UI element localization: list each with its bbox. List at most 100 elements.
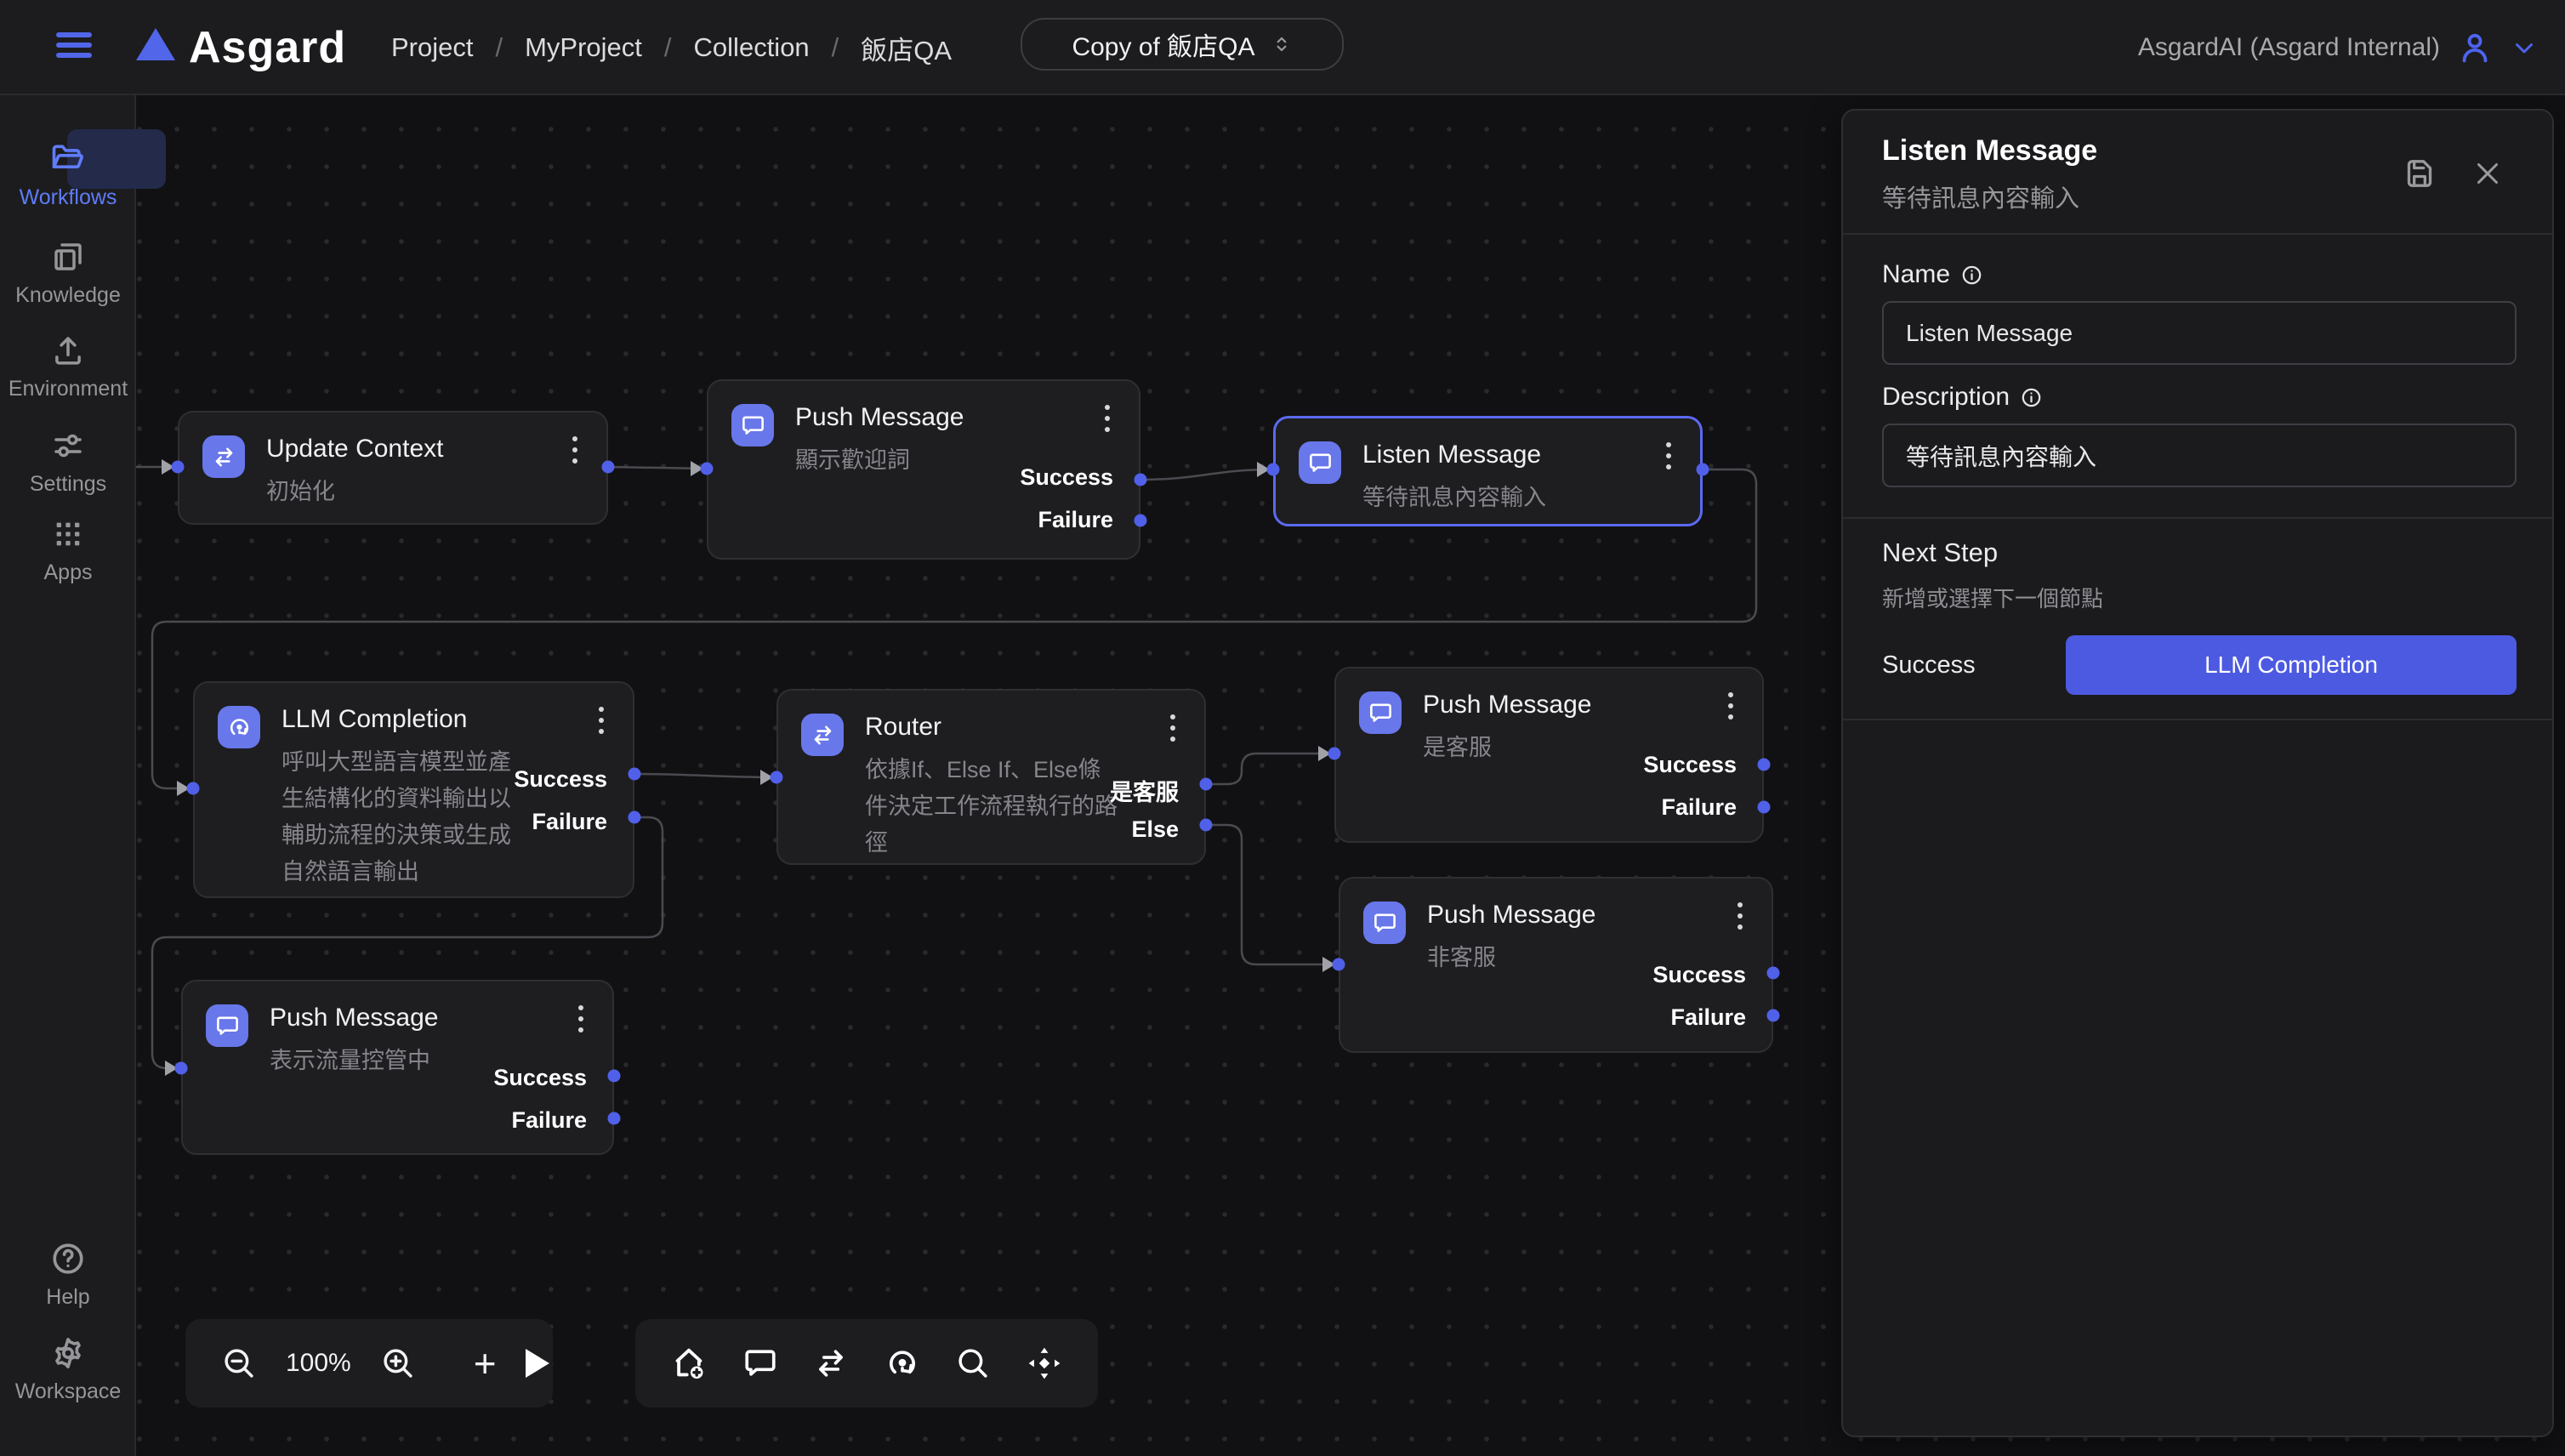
sidebar-item-apps[interactable]: Apps <box>0 515 136 585</box>
node-listen-message[interactable]: Listen Message 等待訊息內容輸入 <box>1273 416 1703 526</box>
node-subtitle: 是客服 <box>1423 730 1492 766</box>
sidebar: Workflows Knowledge Environment Settings… <box>0 95 136 1456</box>
chat-bubble-icon <box>1359 691 1402 734</box>
node-subtitle: 初始化 <box>266 474 335 510</box>
breadcrumb-myproject[interactable]: MyProject <box>525 32 642 63</box>
node-subtitle: 顯示歡迎詞 <box>795 442 910 479</box>
info-icon[interactable] <box>2020 386 2043 409</box>
sidebar-item-workflows[interactable]: Workflows <box>0 139 136 210</box>
node-push-message-welcome[interactable]: Push Message 顯示歡迎詞 Success Failure <box>707 379 1140 560</box>
output-port-label[interactable]: Failure <box>1661 794 1737 821</box>
description-input[interactable]: 等待訊息內容輸入 <box>1882 424 2517 487</box>
node-llm-completion[interactable]: LLM Completion 呼叫大型語言模型並產 生結構化的資料輸出以 輔助流… <box>193 681 634 898</box>
asgard-workflow-editor: Asgard Project / MyProject / Collection … <box>0 0 2565 1456</box>
output-port-label[interactable]: 是客服 <box>1110 774 1179 807</box>
node-push-message-not-agent[interactable]: Push Message 非客服 Success Failure <box>1339 877 1773 1053</box>
apps-grid-icon <box>48 515 88 554</box>
node-title: Update Context <box>266 435 443 464</box>
save-icon[interactable] <box>2401 155 2438 192</box>
user-icon[interactable] <box>2455 28 2494 67</box>
asgard-logo-icon <box>136 28 175 60</box>
chevron-up-down-icon <box>1271 33 1293 55</box>
panel-divider <box>1843 233 2552 235</box>
llm-icon[interactable] <box>883 1344 922 1383</box>
node-subtitle: 等待訊息內容輸入 <box>1362 480 1546 516</box>
output-port-label[interactable]: Success <box>1643 752 1737 778</box>
chat-bubble-icon <box>1363 901 1406 944</box>
help-circle-icon <box>48 1239 88 1278</box>
output-port-label[interactable]: Success <box>1020 464 1113 491</box>
move-icon[interactable] <box>1025 1344 1064 1383</box>
output-port-label[interactable]: Failure <box>532 809 607 835</box>
chat-bubble-icon[interactable] <box>741 1344 780 1383</box>
swap-arrows-icon <box>801 714 844 756</box>
node-palette-toolbar <box>635 1319 1098 1408</box>
output-port-label[interactable]: Failure <box>511 1107 587 1134</box>
node-title: Push Message <box>1423 691 1591 719</box>
zoom-in-icon[interactable] <box>380 1344 416 1383</box>
breadcrumb-current[interactable]: 飯店QA <box>861 29 952 67</box>
output-port-label[interactable]: Success <box>493 1065 587 1091</box>
node-title: Router <box>865 713 941 742</box>
sidebar-item-label: Workflows <box>20 185 117 210</box>
chevron-down-icon[interactable] <box>2510 33 2539 62</box>
node-update-context[interactable]: Update Context 初始化 <box>178 411 608 525</box>
topbar-account: AsgardAI (Asgard Internal) <box>2138 0 2539 95</box>
output-port-label[interactable]: Failure <box>1670 1004 1746 1031</box>
workflow-selector-dropdown[interactable]: Copy of 飯店QA <box>1021 18 1344 71</box>
panel-divider <box>1843 517 2552 519</box>
info-icon[interactable] <box>1960 264 1983 287</box>
output-port-label[interactable]: Else <box>1131 816 1179 843</box>
sidebar-item-knowledge[interactable]: Knowledge <box>0 237 136 308</box>
node-router[interactable]: Router 依據If、Else If、Else條 件決定工作流程執行的路 徑 … <box>776 689 1206 865</box>
output-port-label[interactable]: Success <box>1652 962 1746 988</box>
kebab-menu-icon[interactable] <box>562 433 588 467</box>
name-input[interactable]: Listen Message <box>1882 301 2517 365</box>
node-subtitle: 非客服 <box>1427 940 1496 976</box>
llm-icon <box>218 706 260 748</box>
sidebar-item-label: Workspace <box>15 1379 122 1404</box>
next-step-success-button[interactable]: LLM Completion <box>2066 635 2517 695</box>
topbar: Asgard Project / MyProject / Collection … <box>0 0 2565 95</box>
breadcrumb-separator: / <box>664 32 672 63</box>
node-push-message-rate-limit[interactable]: Push Message 表示流量控管中 Success Failure <box>181 980 614 1155</box>
swap-arrows-icon <box>202 435 245 478</box>
kebab-menu-icon[interactable] <box>1095 401 1120 435</box>
sidebar-item-help[interactable]: Help <box>0 1239 136 1310</box>
chat-bubble-icon <box>206 1004 248 1047</box>
run-workflow-icon[interactable] <box>526 1344 549 1383</box>
search-icon[interactable] <box>953 1344 992 1383</box>
kebab-menu-icon[interactable] <box>1160 711 1186 745</box>
sidebar-item-environment[interactable]: Environment <box>0 331 136 401</box>
sliders-icon <box>48 426 88 465</box>
kebab-menu-icon[interactable] <box>1718 689 1743 723</box>
book-icon <box>48 237 88 276</box>
output-port-label[interactable]: Success <box>514 766 607 793</box>
kebab-menu-icon[interactable] <box>1656 439 1681 473</box>
sidebar-item-workspace[interactable]: Workspace <box>0 1334 136 1404</box>
swap-arrows-icon[interactable] <box>811 1344 850 1383</box>
add-node-icon[interactable]: + <box>474 1344 497 1383</box>
add-home-icon[interactable] <box>669 1344 708 1383</box>
chat-bubble-icon <box>1299 441 1341 484</box>
kebab-menu-icon[interactable] <box>589 703 614 737</box>
breadcrumb-project[interactable]: Project <box>391 32 473 63</box>
breadcrumb: Project / MyProject / Collection / 飯店QA <box>391 0 952 95</box>
success-row-label: Success <box>1882 651 1976 680</box>
panel-divider <box>1843 719 2552 720</box>
node-push-message-agent[interactable]: Push Message 是客服 Success Failure <box>1334 667 1764 843</box>
zoom-out-icon[interactable] <box>221 1344 257 1383</box>
chat-bubble-icon <box>731 404 774 446</box>
breadcrumb-separator: / <box>495 32 503 63</box>
breadcrumb-collection[interactable]: Collection <box>694 32 810 63</box>
folder-icon <box>48 139 88 179</box>
kebab-menu-icon[interactable] <box>568 1002 594 1036</box>
close-icon[interactable] <box>2469 155 2506 192</box>
node-subtitle: 表示流量控管中 <box>270 1043 430 1079</box>
node-title: Push Message <box>795 403 964 432</box>
hamburger-menu-icon[interactable] <box>56 32 92 58</box>
kebab-menu-icon[interactable] <box>1727 899 1753 933</box>
sidebar-item-settings[interactable]: Settings <box>0 426 136 497</box>
next-step-subtitle: 新增或選擇下一個節點 <box>1882 582 2103 613</box>
output-port-label[interactable]: Failure <box>1038 507 1113 533</box>
